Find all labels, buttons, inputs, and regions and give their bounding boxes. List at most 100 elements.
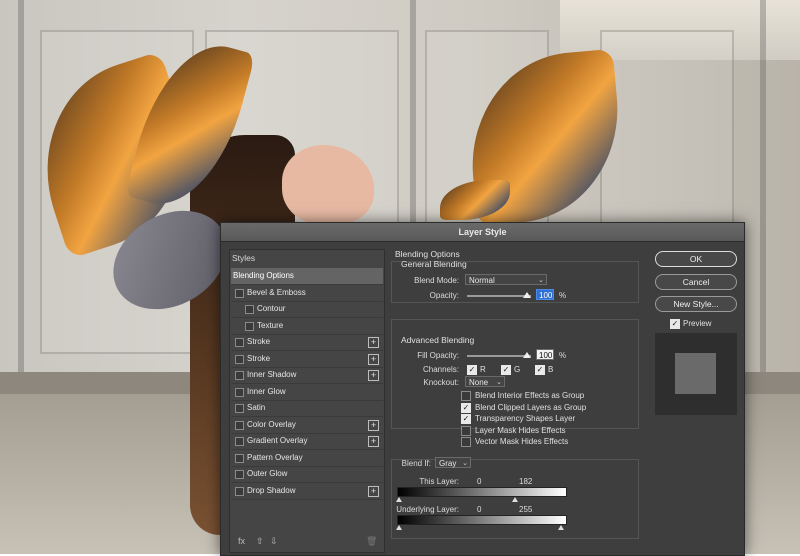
opacity-slider-thumb[interactable]	[523, 292, 531, 298]
style-checkbox[interactable]	[235, 288, 244, 298]
preview-checkbox[interactable]: ✓	[670, 319, 680, 329]
style-item[interactable]: Texture	[231, 318, 383, 335]
add-style-icon[interactable]: +	[368, 436, 379, 447]
channel-checkbox[interactable]: ✓	[501, 365, 511, 375]
underlying-layer-max: 255	[519, 505, 533, 514]
style-item[interactable]: Blending Options	[231, 268, 383, 285]
underlying-layer-white-thumb[interactable]	[558, 525, 564, 530]
style-checkbox[interactable]	[245, 305, 254, 314]
channels-label: Channels:	[422, 365, 459, 374]
fill-opacity-input[interactable]: 100	[536, 349, 554, 360]
style-checkbox[interactable]	[235, 486, 244, 496]
style-checkbox[interactable]	[245, 321, 254, 331]
style-item[interactable]: Satin	[231, 400, 383, 417]
styles-header: Styles	[232, 253, 256, 263]
channel-checkbox[interactable]: ✓	[535, 365, 545, 375]
style-item[interactable]: Gradient Overlay +	[231, 433, 383, 450]
style-item[interactable]: Contour	[231, 301, 383, 318]
new-style-button[interactable]: New Style...	[655, 296, 737, 312]
add-style-icon[interactable]: +	[368, 485, 379, 497]
style-item[interactable]: Stroke +	[231, 334, 383, 351]
style-item-label: Satin	[247, 403, 266, 412]
preview-label: Preview	[683, 319, 712, 328]
style-item-label: Stroke	[247, 337, 271, 346]
style-item[interactable]: Inner Glow	[231, 384, 383, 401]
style-item-label: Gradient Overlay	[247, 436, 308, 445]
fx-icon[interactable]: fx	[238, 536, 245, 546]
knockout-value: None	[469, 378, 489, 387]
blend-mode-label: Blend Mode:	[414, 276, 459, 285]
style-item[interactable]: Color Overlay +	[231, 417, 383, 434]
style-checkbox[interactable]	[235, 453, 244, 463]
ok-button[interactable]: OK	[655, 251, 737, 267]
style-checkbox[interactable]	[235, 470, 244, 479]
knockout-select[interactable]: None ⌄	[465, 376, 505, 387]
cancel-button[interactable]: Cancel	[655, 274, 737, 290]
fill-opacity-unit: %	[559, 351, 567, 360]
this-layer-black-thumb[interactable]	[396, 497, 402, 502]
style-item[interactable]: Bevel & Emboss	[231, 285, 383, 302]
fill-opacity-slider[interactable]	[467, 355, 531, 357]
styles-list: Styles Blending Options Bevel & Emboss Con…	[229, 249, 385, 553]
style-checkbox[interactable]	[235, 371, 244, 380]
style-item-label: Inner Glow	[247, 386, 286, 396]
channel-label: B	[548, 365, 554, 374]
underlying-layer-gradient[interactable]	[397, 515, 567, 525]
styles-footer: fx ⇧ ⇩ 🗑	[238, 536, 378, 548]
blend-mode-select[interactable]: Normal ⌄	[465, 274, 547, 285]
style-item[interactable]: Stroke +	[231, 351, 383, 368]
style-checkbox[interactable]	[235, 387, 244, 397]
general-blending-title: General Blending	[401, 259, 467, 269]
channel-label: G	[514, 365, 521, 374]
option-label: Vector Mask Hides Effects	[475, 437, 569, 446]
this-layer-gradient[interactable]	[397, 487, 567, 497]
move-down-icon[interactable]: ⇩	[270, 536, 278, 547]
style-checkbox[interactable]	[235, 420, 244, 430]
opacity-slider[interactable]	[467, 295, 531, 297]
option-checkbox[interactable]: ✓	[461, 414, 471, 424]
style-item-label: Pattern Overlay	[247, 452, 303, 462]
blending-options-panel: Blending Options General Blending Blend …	[389, 249, 639, 549]
wall-groove	[760, 0, 766, 380]
opacity-input[interactable]: 100	[536, 289, 554, 300]
chevron-down-icon: ⌄	[496, 379, 502, 386]
style-checkbox[interactable]	[235, 404, 244, 413]
dialog-title[interactable]: Layer Style	[221, 223, 744, 242]
option-checkbox[interactable]	[461, 425, 471, 436]
underlying-layer-black-thumb[interactable]	[396, 525, 402, 530]
style-item-label: Contour	[257, 304, 286, 313]
option-label: Transparency Shapes Layer	[475, 414, 576, 423]
underlying-layer-label: Underlying Layer:	[396, 505, 459, 514]
style-checkbox[interactable]	[235, 437, 244, 446]
this-layer-white-thumb[interactable]	[512, 497, 518, 502]
option-checkbox[interactable]: ✓	[461, 402, 471, 413]
underlying-layer-min: 0	[477, 505, 482, 514]
move-up-icon[interactable]: ⇧	[256, 536, 264, 547]
layer-style-dialog: Layer Style Styles Blending Options Bevel…	[220, 222, 745, 556]
style-item[interactable]: Outer Glow	[231, 466, 383, 483]
style-item-label: Blending Options	[233, 271, 294, 280]
add-style-icon[interactable]: +	[368, 370, 379, 381]
option-checkbox[interactable]	[461, 437, 471, 447]
blend-if-label: Blend If:	[401, 459, 431, 468]
style-checkbox[interactable]	[235, 338, 244, 347]
preview-swatch	[675, 353, 716, 394]
style-checkbox[interactable]	[235, 354, 244, 364]
fill-opacity-slider-thumb[interactable]	[523, 352, 531, 358]
opacity-label: Opacity:	[429, 291, 459, 300]
trash-icon[interactable]: 🗑	[366, 536, 377, 547]
style-item-label: Bevel & Emboss	[247, 287, 306, 297]
style-item[interactable]: Drop Shadow +	[231, 483, 383, 500]
this-layer-min: 0	[477, 477, 482, 486]
add-style-icon[interactable]: +	[368, 419, 379, 431]
style-item-label: Stroke	[247, 353, 271, 363]
style-item[interactable]: Inner Shadow +	[231, 367, 383, 384]
channel-checkbox[interactable]: ✓	[467, 365, 477, 375]
style-item-label: Outer Glow	[247, 469, 288, 478]
blend-if-select[interactable]: Gray ⌄	[435, 457, 471, 468]
option-checkbox[interactable]	[461, 391, 471, 401]
add-style-icon[interactable]: +	[368, 337, 379, 348]
option-label: Layer Mask Hides Effects	[475, 425, 566, 435]
add-style-icon[interactable]: +	[368, 353, 379, 365]
style-item[interactable]: Pattern Overlay	[231, 450, 383, 467]
